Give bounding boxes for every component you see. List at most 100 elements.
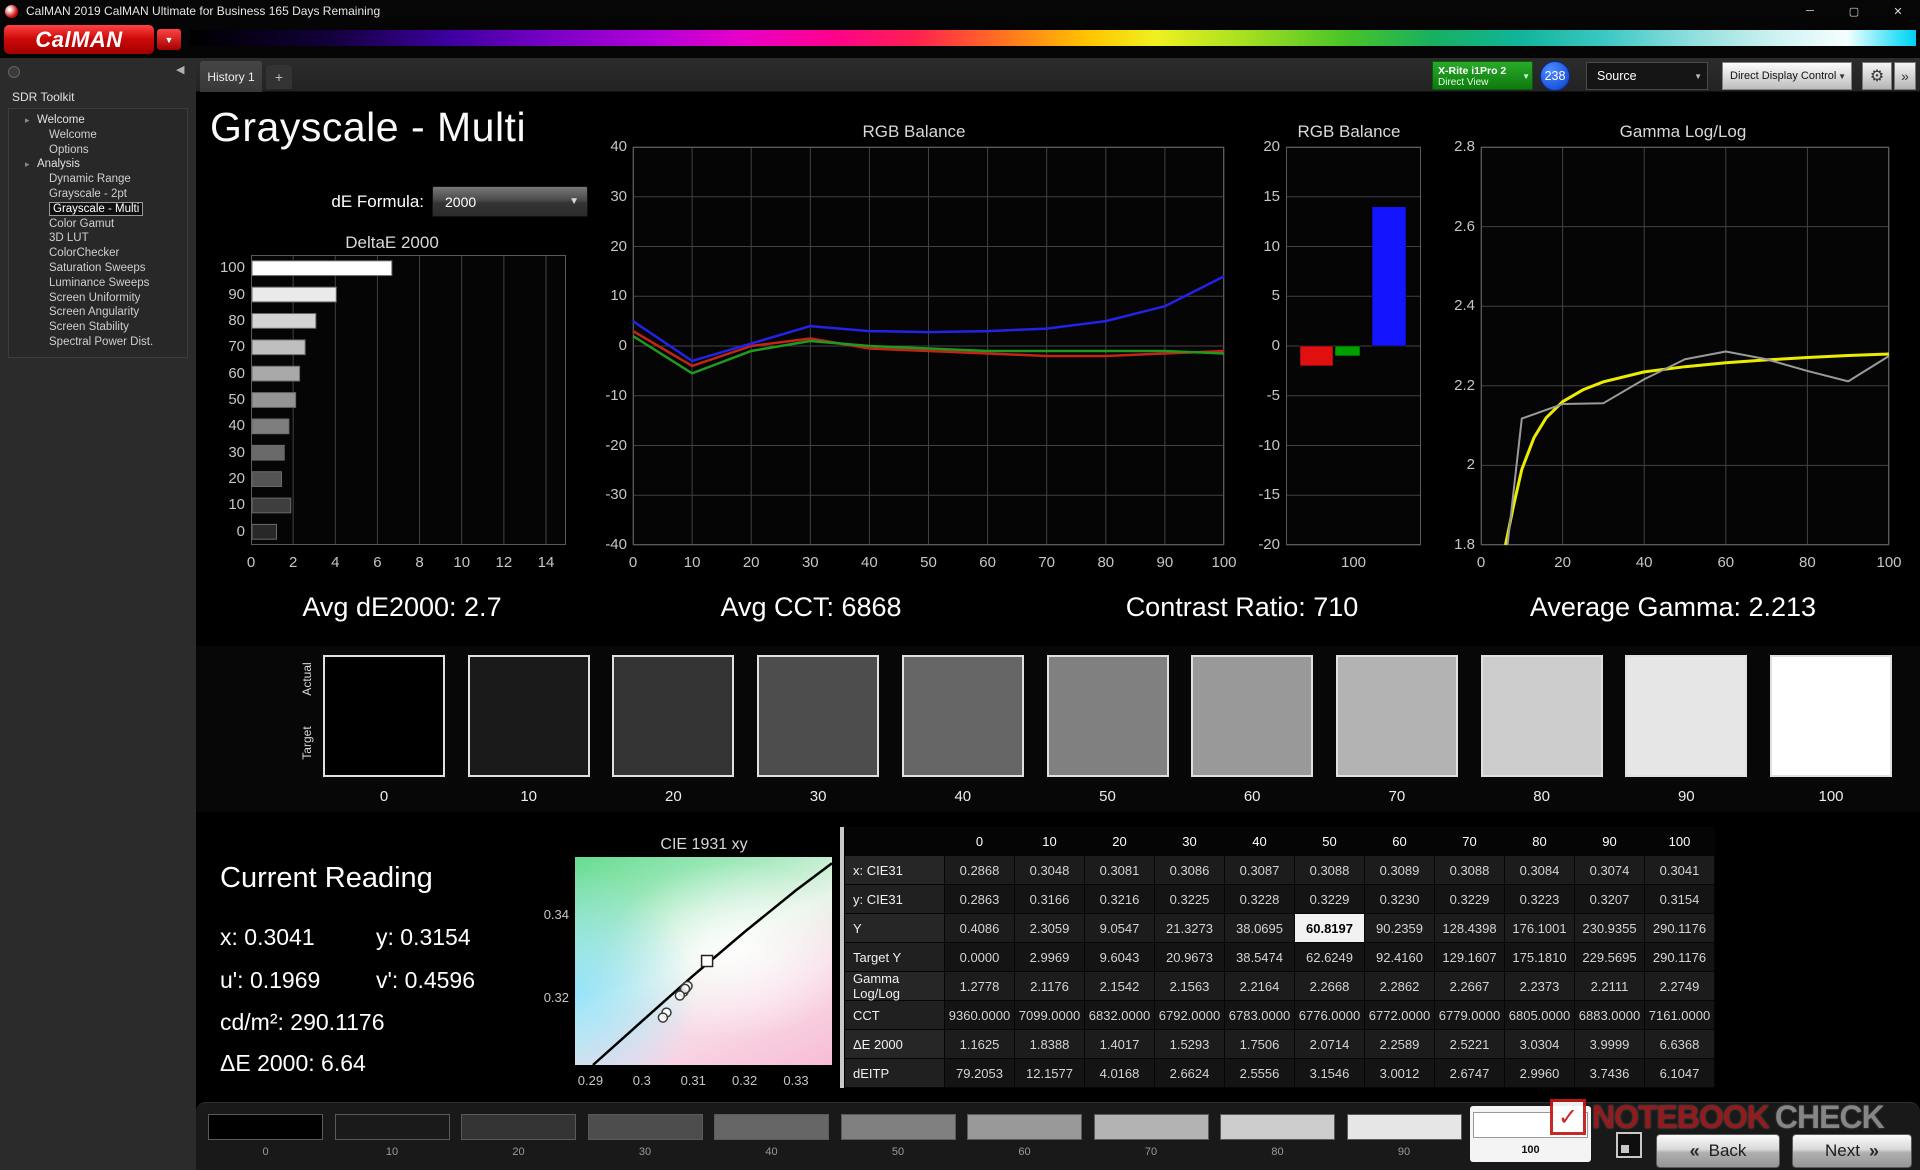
sidebar-item-grayscale-2pt[interactable]: Grayscale - 2pt [9,187,187,202]
table-selected-cell[interactable]: 60.8197 [1295,914,1365,943]
table-value-cell[interactable]: 290.1176 [1645,943,1715,972]
sidebar-item-analysis[interactable]: ▸Analysis [9,157,187,172]
table-value-cell[interactable]: 3.1546 [1295,1059,1365,1088]
table-value-cell[interactable]: 79.2053 [945,1059,1015,1088]
table-value-cell[interactable]: 0.3166 [1015,885,1085,914]
meter-dropdown[interactable]: X-Rite i1Pro 2 Direct View ▼ [1432,61,1533,90]
more-options-icon[interactable]: » [1894,62,1916,90]
table-value-cell[interactable]: 0.3230 [1365,885,1435,914]
gear-icon[interactable]: ⚙ [1862,62,1892,90]
table-value-cell[interactable]: 9360.0000 [945,1001,1015,1030]
pattern-patch[interactable] [841,1114,956,1140]
table-value-cell[interactable]: 2.1563 [1155,972,1225,1001]
table-value-cell[interactable]: 2.2668 [1295,972,1365,1001]
table-value-cell[interactable]: 290.1176 [1645,914,1715,943]
maximize-icon[interactable]: ▢ [1832,0,1876,22]
table-value-cell[interactable]: 2.2373 [1505,972,1575,1001]
table-value-cell[interactable]: 3.0012 [1365,1059,1435,1088]
table-value-cell[interactable]: 6776.0000 [1295,1001,1365,1030]
table-scrollbar[interactable] [840,827,844,1088]
table-value-cell[interactable]: 0.3216 [1085,885,1155,914]
table-value-cell[interactable]: 0.3154 [1645,885,1715,914]
table-value-cell[interactable]: 229.5695 [1575,943,1645,972]
expand-arrow-icon[interactable]: ▸ [25,113,37,128]
sidebar-item-welcome[interactable]: ▸Welcome [9,113,187,128]
pattern-patch[interactable] [588,1114,703,1140]
table-value-cell[interactable]: 0.0000 [945,943,1015,972]
calman-logo[interactable]: CalMAN [4,25,154,54]
table-value-cell[interactable]: 6772.0000 [1365,1001,1435,1030]
table-value-cell[interactable]: 6883.0000 [1575,1001,1645,1030]
table-value-cell[interactable]: 0.3225 [1155,885,1225,914]
table-value-cell[interactable]: 0.2863 [945,885,1015,914]
sidebar-item-welcome[interactable]: Welcome [9,128,187,143]
table-value-cell[interactable]: 6.6368 [1645,1030,1715,1059]
expand-arrow-icon[interactable]: ▸ [25,157,37,172]
sidebar-item-options[interactable]: Options [9,143,187,158]
next-button[interactable]: Next » [1792,1134,1912,1168]
table-value-cell[interactable]: 0.3088 [1435,856,1505,885]
sidebar-item-color-gamut[interactable]: Color Gamut [9,217,187,232]
table-value-cell[interactable]: 2.3059 [1015,914,1085,943]
pattern-patch[interactable] [714,1114,829,1140]
table-value-cell[interactable]: 0.3088 [1295,856,1365,885]
table-value-cell[interactable]: 7099.0000 [1015,1001,1085,1030]
table-value-cell[interactable]: 38.5474 [1225,943,1295,972]
table-value-cell[interactable]: 9.6043 [1085,943,1155,972]
table-value-cell[interactable]: 2.5221 [1435,1030,1505,1059]
table-value-cell[interactable]: 2.6747 [1435,1059,1505,1088]
table-value-cell[interactable]: 0.3229 [1295,885,1365,914]
table-value-cell[interactable]: 1.7506 [1225,1030,1295,1059]
table-value-cell[interactable]: 1.5293 [1155,1030,1225,1059]
table-value-cell[interactable]: 2.5556 [1225,1059,1295,1088]
table-value-cell[interactable]: 2.2667 [1435,972,1505,1001]
pattern-patch[interactable] [335,1114,450,1140]
table-value-cell[interactable]: 0.3228 [1225,885,1295,914]
table-value-cell[interactable]: 38.0695 [1225,914,1295,943]
table-value-cell[interactable]: 92.4160 [1365,943,1435,972]
add-tab-button[interactable]: + [266,65,292,89]
table-value-cell[interactable]: 0.3087 [1225,856,1295,885]
sidebar-knob[interactable] [8,66,20,78]
table-value-cell[interactable]: 0.3223 [1505,885,1575,914]
table-value-cell[interactable]: 6783.0000 [1225,1001,1295,1030]
source-dropdown[interactable]: Source ▼ [1586,62,1708,90]
collapse-sidebar-icon[interactable]: ◀ [176,63,184,76]
pattern-patch[interactable] [967,1114,1082,1140]
sidebar-item-3d-lut[interactable]: 3D LUT [9,231,187,246]
table-value-cell[interactable]: 0.3084 [1505,856,1575,885]
table-value-cell[interactable]: 129.1607 [1435,943,1505,972]
pattern-patch[interactable] [1220,1114,1335,1140]
sidebar-item-dynamic-range[interactable]: Dynamic Range [9,172,187,187]
table-value-cell[interactable]: 176.1001 [1505,914,1575,943]
back-button[interactable]: « Back [1656,1134,1780,1168]
table-value-cell[interactable]: 12.1577 [1015,1059,1085,1088]
logo-dropdown-icon[interactable]: ▼ [157,29,181,50]
table-value-cell[interactable]: 1.8388 [1015,1030,1085,1059]
display-control-dropdown[interactable]: Direct Display Control ▼ [1722,62,1852,90]
table-value-cell[interactable]: 0.2868 [945,856,1015,885]
table-value-cell[interactable]: 128.4398 [1435,914,1505,943]
table-value-cell[interactable]: 230.9355 [1575,914,1645,943]
table-value-cell[interactable]: 7161.0000 [1645,1001,1715,1030]
table-value-cell[interactable]: 2.2164 [1225,972,1295,1001]
tab-history-1[interactable]: History 1 [200,61,262,92]
table-value-cell[interactable]: 0.3086 [1155,856,1225,885]
sidebar-item-screen-uniformity[interactable]: Screen Uniformity [9,291,187,306]
table-value-cell[interactable]: 2.2749 [1645,972,1715,1001]
table-value-cell[interactable]: 90.2359 [1365,914,1435,943]
table-value-cell[interactable]: 3.9999 [1575,1030,1645,1059]
table-value-cell[interactable]: 20.9673 [1155,943,1225,972]
table-value-cell[interactable]: 4.0168 [1085,1059,1155,1088]
table-value-cell[interactable]: 2.6624 [1155,1059,1225,1088]
table-value-cell[interactable]: 6779.0000 [1435,1001,1505,1030]
table-value-cell[interactable]: 175.1810 [1505,943,1575,972]
table-value-cell[interactable]: 0.3207 [1575,885,1645,914]
table-value-cell[interactable]: 21.3273 [1155,914,1225,943]
table-value-cell[interactable]: 6832.0000 [1085,1001,1155,1030]
sidebar-item-grayscale-multi[interactable]: Grayscale - Multi [9,202,187,217]
table-value-cell[interactable]: 0.3089 [1365,856,1435,885]
table-value-cell[interactable]: 2.9969 [1015,943,1085,972]
table-value-cell[interactable]: 2.2862 [1365,972,1435,1001]
sidebar-item-screen-stability[interactable]: Screen Stability [9,320,187,335]
